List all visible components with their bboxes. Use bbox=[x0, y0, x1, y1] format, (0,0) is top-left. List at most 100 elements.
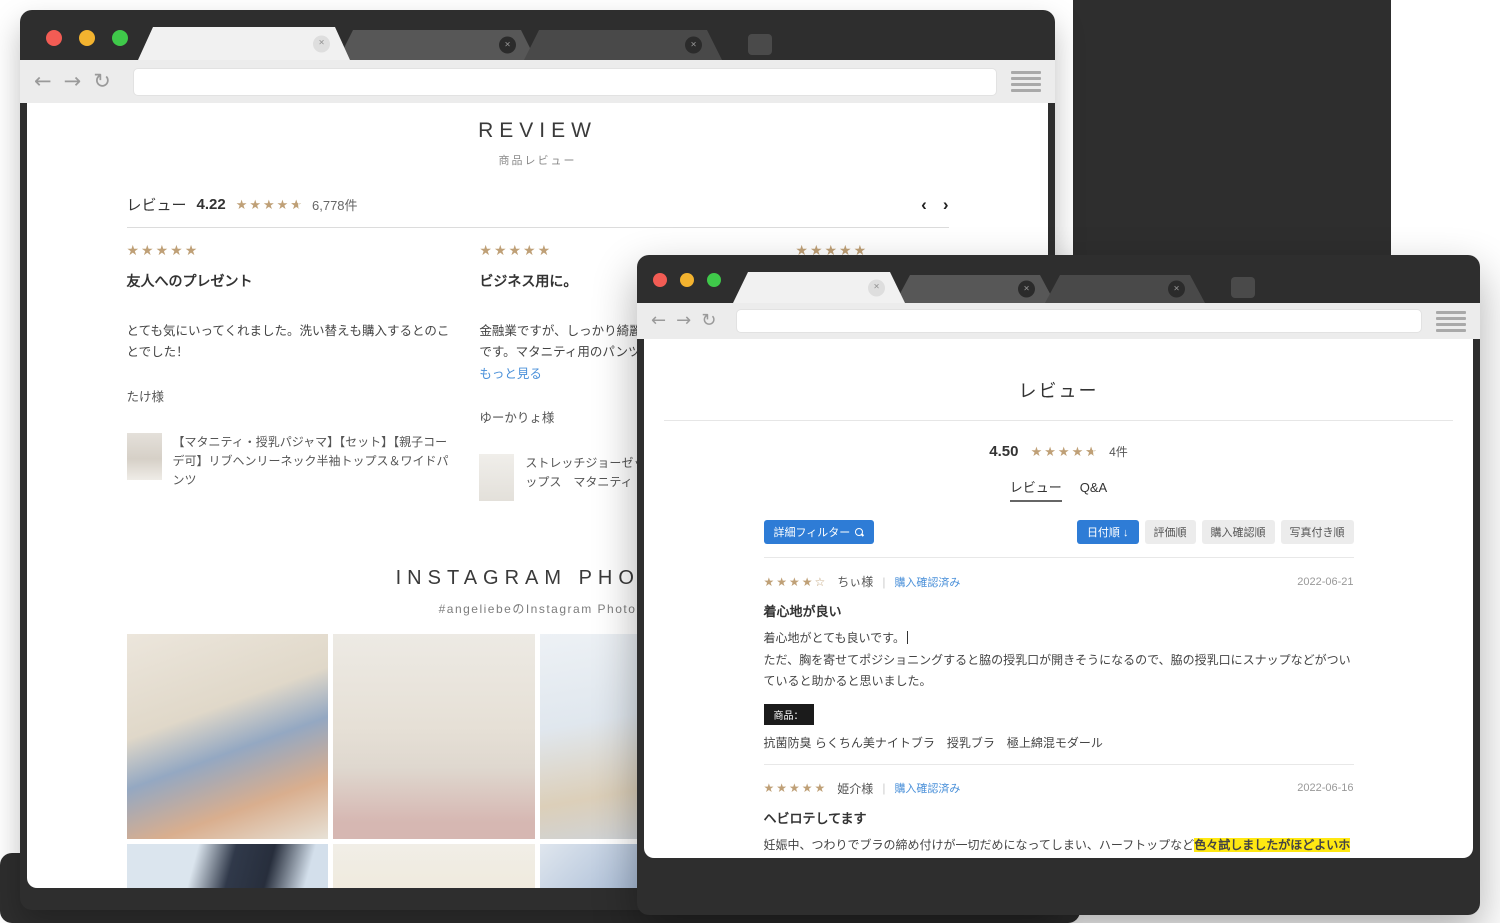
verified-purchase-link[interactable]: 購入確認済み bbox=[894, 574, 960, 590]
review-title: 着心地が良い bbox=[764, 601, 1354, 620]
tab-inactive-2[interactable]: × bbox=[1045, 275, 1205, 303]
product-link[interactable]: 抗菌防臭 らくちん美ナイトブラ 授乳ブラ 極上綿混モダール bbox=[764, 734, 1354, 751]
reload-icon[interactable]: ↻ bbox=[701, 312, 716, 330]
review-body: 着心地がとても良いです。ただ、胸を寄せてポジショニングすると脇の授乳口が開きそう… bbox=[764, 628, 1354, 693]
front-page-viewport: レビュー 4.50 ★★★★★☆ 4件 レビュー Q&A 詳細フィルター 日付順 … bbox=[644, 339, 1473, 858]
review-body: 妊娠中、つわりでブラの締め付けが一切だめになってしまい、ハーフトップなど色々試し… bbox=[764, 835, 1354, 858]
review-title: ヘビロテしてます bbox=[764, 808, 1354, 827]
tab-strip: × × × bbox=[733, 255, 1255, 303]
review-qa-tabs: レビュー Q&A bbox=[644, 477, 1473, 502]
filter-sort-row: 詳細フィルター 日付順 ↓評価順購入確認順写真付き順 bbox=[764, 520, 1354, 544]
tab-close-icon[interactable]: × bbox=[499, 37, 516, 54]
review-card: ★★★★★ 友人へのプレゼントとても気にいってくれました。洗い替えも購入するとの… bbox=[127, 242, 450, 501]
text-cursor bbox=[907, 631, 908, 644]
review-average-score: 4.22 bbox=[197, 196, 226, 213]
review-date: 2022-06-21 bbox=[1297, 576, 1353, 588]
reload-icon[interactable]: ↻ bbox=[93, 71, 111, 92]
separator: | bbox=[882, 575, 885, 589]
tab-inactive-1[interactable]: × bbox=[338, 30, 536, 60]
sort-button[interactable]: 日付順 ↓ bbox=[1077, 520, 1139, 544]
url-bar[interactable] bbox=[133, 68, 997, 96]
new-tab-button[interactable] bbox=[1231, 277, 1255, 298]
review-card-title: 友人へのプレゼント bbox=[127, 271, 450, 291]
rating-stars: ★★★★★ bbox=[764, 781, 828, 795]
divider bbox=[127, 227, 949, 228]
hamburger-menu-icon[interactable] bbox=[1436, 311, 1466, 332]
browser-window-front: × × × ← → ↻ レビュー 4.50 ★★★★★☆ 4件 レビュー Q&A bbox=[637, 255, 1480, 915]
tab-strip: × × × bbox=[138, 10, 772, 60]
page-tab-review[interactable]: レビュー bbox=[1010, 477, 1062, 502]
minimize-window-button[interactable] bbox=[79, 30, 95, 46]
review-summary-label: レビュー bbox=[127, 194, 187, 215]
tab-active[interactable]: × bbox=[733, 272, 905, 303]
review-header: ★★★★★ 姫介様 | 購入確認済み 2022-06-16 bbox=[764, 780, 1354, 797]
new-tab-button[interactable] bbox=[748, 34, 772, 55]
traffic-lights bbox=[46, 30, 128, 46]
review-card-body-line: とても気にいってくれました。洗い替えも購入するとのこ bbox=[127, 321, 450, 342]
minimize-window-button[interactable] bbox=[680, 273, 694, 287]
tab-close-icon[interactable]: × bbox=[868, 279, 885, 296]
review-card-body-line: とでした！ bbox=[127, 342, 450, 363]
titlebar: × × × bbox=[20, 10, 1055, 60]
zoom-window-button[interactable] bbox=[707, 273, 721, 287]
search-icon bbox=[855, 528, 864, 537]
tab-inactive-1[interactable]: × bbox=[895, 275, 1055, 303]
sort-button[interactable]: 購入確認順 bbox=[1202, 520, 1275, 544]
review-item: ★★★★★ 姫介様 | 購入確認済み 2022-06-16 ヘビロテしてます 妊… bbox=[764, 765, 1354, 858]
sort-button[interactable]: 写真付き順 bbox=[1281, 520, 1354, 544]
review-summary-row: レビュー 4.22 ★★★★★☆ 6,778件 ‹ › bbox=[127, 194, 949, 215]
close-window-button[interactable] bbox=[653, 273, 667, 287]
product-link[interactable]: 【マタニティ・授乳パジャマ】【セット】【親子コーデ可】リブヘンリーネック半袖トッ… bbox=[127, 433, 450, 491]
product-badge: 商品： bbox=[764, 704, 814, 725]
browser-toolbar: ← → ↻ bbox=[637, 303, 1480, 339]
rating-stars: ★★★★★☆ bbox=[1031, 444, 1099, 459]
verified-purchase-link[interactable]: 購入確認済み bbox=[894, 780, 960, 796]
tab-close-icon[interactable]: × bbox=[1018, 281, 1035, 298]
review-list: ★★★★☆ ちぃ様 | 購入確認済み 2022-06-21 着心地が良い 着心地… bbox=[764, 558, 1354, 858]
rating-stars: ★★★★★ bbox=[127, 242, 450, 259]
detail-filter-button[interactable]: 詳細フィルター bbox=[764, 520, 875, 544]
traffic-lights bbox=[653, 273, 721, 287]
product-photo-french-sleeve-top[interactable] bbox=[479, 454, 514, 501]
back-icon[interactable]: ← bbox=[34, 71, 52, 92]
photo-woman-white-tank-beige-cardigan[interactable] bbox=[333, 634, 535, 839]
review-section-title: REVIEW bbox=[27, 119, 1048, 143]
tab-active[interactable]: × bbox=[138, 27, 350, 60]
carousel-prev-button[interactable]: ‹ bbox=[921, 195, 927, 215]
photo-woman-navy-sleeveless-dress[interactable] bbox=[127, 844, 329, 888]
back-icon[interactable]: ← bbox=[651, 312, 666, 330]
tab-close-icon[interactable]: × bbox=[313, 35, 330, 52]
highlighted-text: 色々試しましたがほどよいホールド感が欲しくてこちらを購入 bbox=[764, 838, 1351, 858]
tab-close-icon[interactable]: × bbox=[685, 37, 702, 54]
url-bar[interactable] bbox=[736, 309, 1422, 333]
separator: | bbox=[882, 781, 885, 795]
rating-summary: 4.50 ★★★★★☆ 4件 bbox=[644, 443, 1473, 460]
review-count: 6,778件 bbox=[312, 195, 358, 214]
browser-toolbar: ← → ↻ bbox=[20, 60, 1055, 103]
divider bbox=[664, 420, 1453, 421]
forward-icon[interactable]: → bbox=[676, 312, 691, 330]
titlebar: × × × bbox=[637, 255, 1480, 303]
photo-pregnant-woman-blue-bra-cream-cardigan[interactable] bbox=[127, 634, 329, 839]
photo-woman-yellow-blouse[interactable] bbox=[333, 844, 535, 888]
carousel-next-button[interactable]: › bbox=[943, 195, 949, 215]
tab-close-icon[interactable]: × bbox=[1168, 281, 1185, 298]
sort-button-group: 日付順 ↓評価順購入確認順写真付き順 bbox=[1071, 520, 1354, 544]
close-window-button[interactable] bbox=[46, 30, 62, 46]
page-title: レビュー bbox=[644, 377, 1473, 403]
tab-inactive-2[interactable]: × bbox=[524, 30, 722, 60]
rating-stars: ★★★★☆ bbox=[764, 575, 828, 589]
sort-button[interactable]: 評価順 bbox=[1145, 520, 1196, 544]
average-score: 4.50 bbox=[989, 443, 1018, 460]
page-tab-qa[interactable]: Q&A bbox=[1080, 480, 1107, 499]
product-photo-pajama-set[interactable] bbox=[127, 433, 162, 480]
product-name: 【マタニティ・授乳パジャマ】【セット】【親子コーデ可】リブヘンリーネック半袖トッ… bbox=[173, 433, 450, 491]
rating-stars: ★★★★★☆ bbox=[236, 197, 304, 213]
hamburger-menu-icon[interactable] bbox=[1011, 71, 1041, 92]
review-header: ★★★★☆ ちぃ様 | 購入確認済み 2022-06-21 bbox=[764, 573, 1354, 590]
zoom-window-button[interactable] bbox=[112, 30, 128, 46]
reviewer-name: たけ様 bbox=[127, 386, 450, 405]
review-item: ★★★★☆ ちぃ様 | 購入確認済み 2022-06-21 着心地が良い 着心地… bbox=[764, 558, 1354, 751]
review-count: 4件 bbox=[1109, 445, 1128, 459]
forward-icon[interactable]: → bbox=[64, 71, 82, 92]
